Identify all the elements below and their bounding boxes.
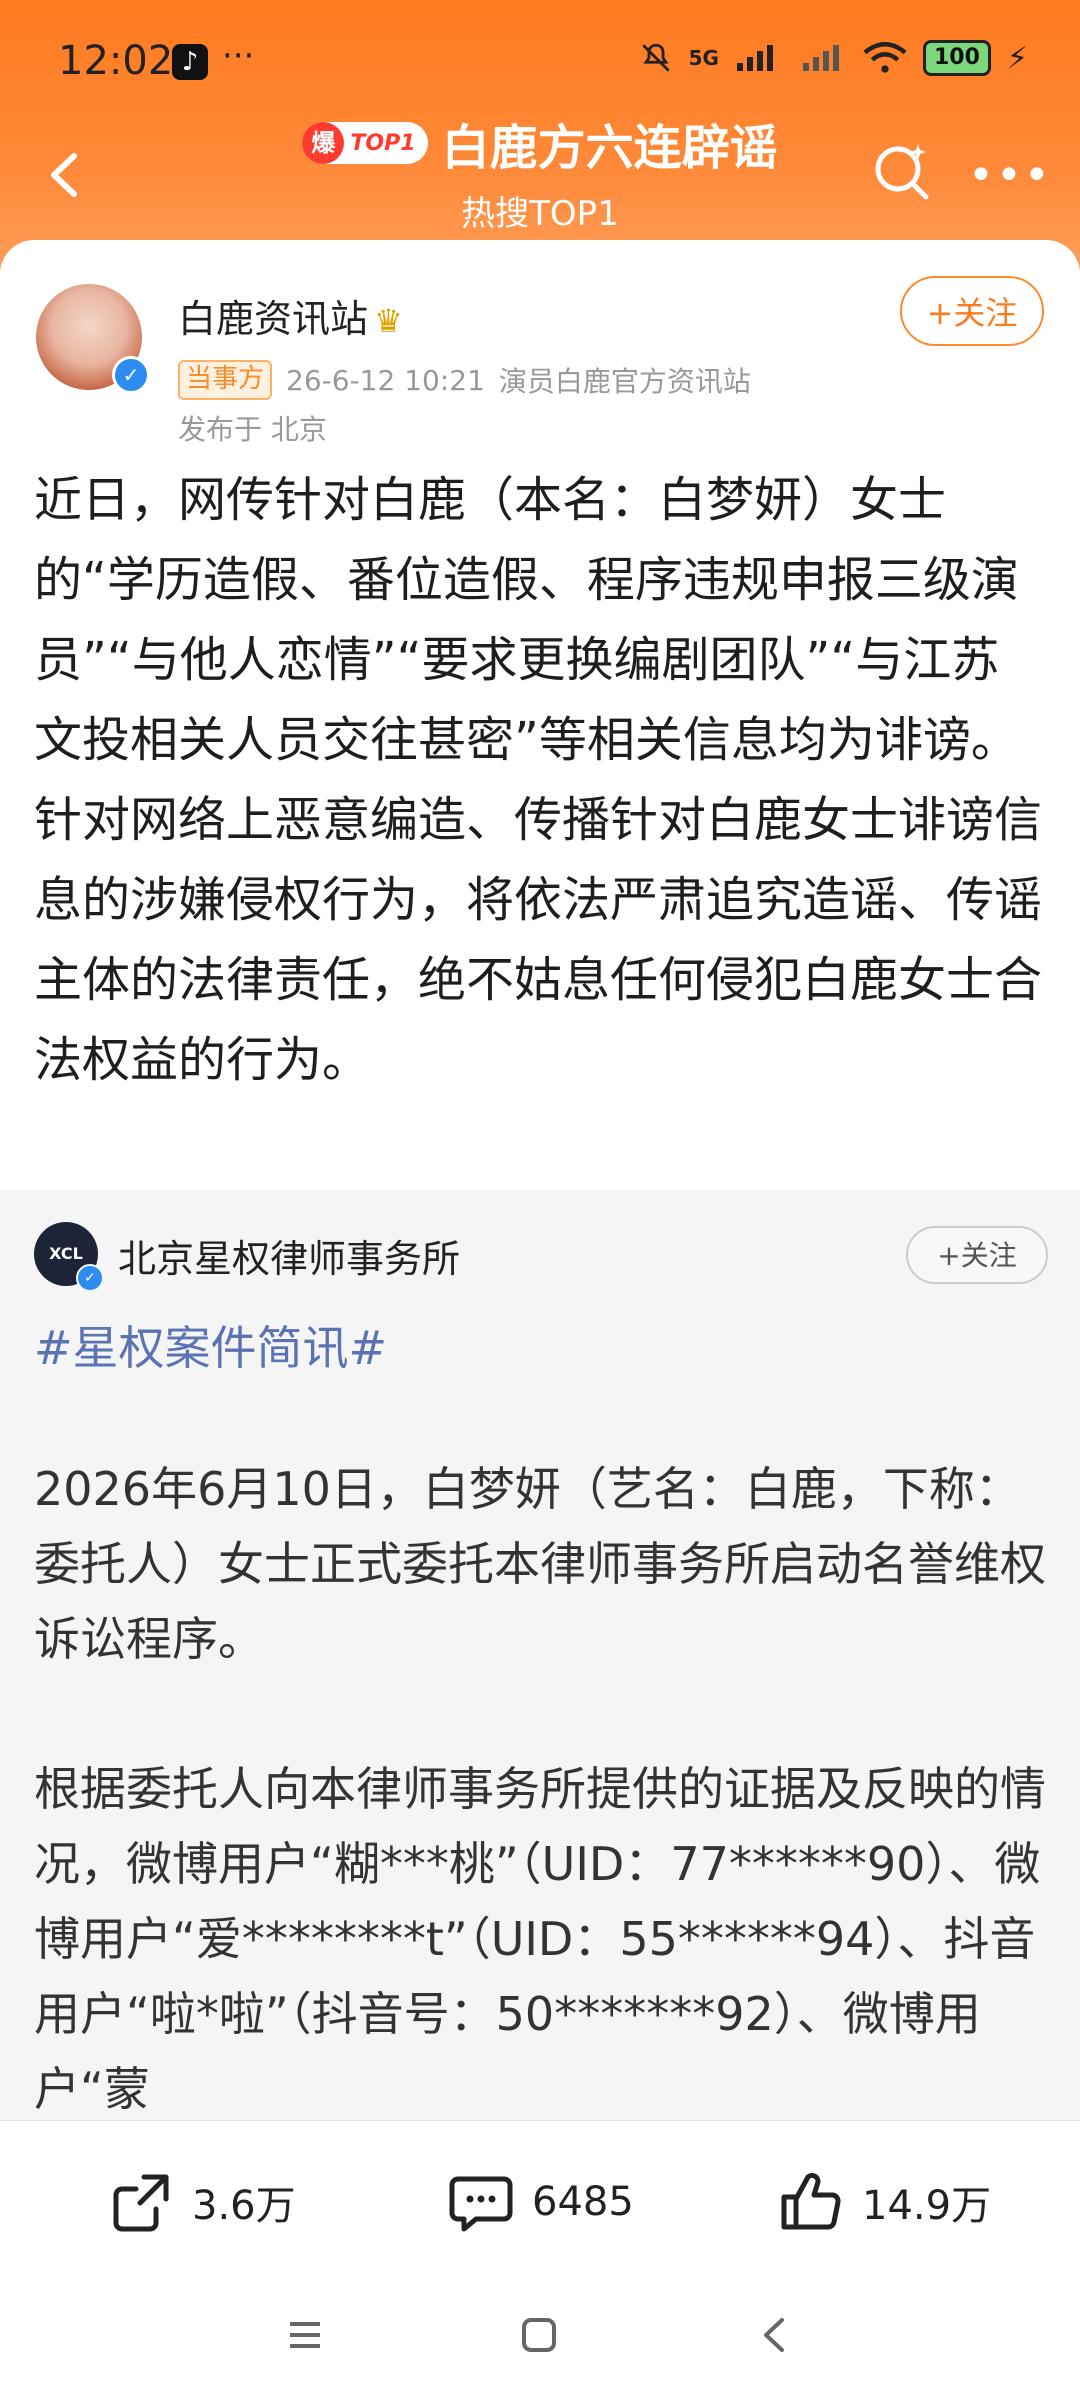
follow-button[interactable]: +关注 xyxy=(900,276,1044,346)
share-button[interactable]: 3.6万 xyxy=(106,2167,296,2237)
crown-icon: ♛ xyxy=(374,302,403,340)
post-date: 26-6-12 10:21 xyxy=(286,363,485,397)
comment-button[interactable]: 6485 xyxy=(446,2167,634,2237)
status-time: 12:02 xyxy=(58,38,174,84)
more-notifications-icon: ··· xyxy=(222,36,255,76)
signal-icon xyxy=(736,45,773,71)
hot-badge-char: 爆 xyxy=(302,122,345,164)
charging-icon: ⚡ xyxy=(1006,40,1028,76)
system-nav-bar xyxy=(0,2280,1080,2400)
search-icon[interactable] xyxy=(866,136,936,206)
hot-badge-text: TOP1 xyxy=(350,130,416,156)
like-count: 14.9万 xyxy=(862,2183,992,2229)
signal-2-icon xyxy=(802,45,839,71)
repost-body: 2026年6月10日，白梦妍（艺名：白鹿，下称：委托人）女士正式委托本律师事务所… xyxy=(34,1452,1046,2202)
like-button[interactable]: 14.9万 xyxy=(776,2167,991,2237)
post-location: 发布于 北京 xyxy=(178,413,327,446)
post-source: 演员白鹿官方资讯站 xyxy=(498,365,751,398)
status-bar: 12:02 ♪ ··· 5G 100 ⚡ xyxy=(0,0,1080,120)
network-label: 5G xyxy=(688,46,719,70)
hot-badge: 爆 TOP1 xyxy=(302,122,428,164)
wifi-icon xyxy=(863,42,907,73)
more-icon[interactable]: ••• xyxy=(968,150,1052,201)
repost-follow-button[interactable]: +关注 xyxy=(906,1226,1048,1284)
menu-icon[interactable] xyxy=(280,2310,330,2360)
battery-indicator: 100 xyxy=(922,40,991,76)
mute-icon xyxy=(641,43,670,72)
repost-paragraph: 根据委托人向本律师事务所提供的证据及反映的情况，微博用户“糊***桃”（UID：… xyxy=(34,1762,1046,2116)
like-icon xyxy=(781,2173,841,2230)
share-icon xyxy=(113,2174,169,2232)
post-meta: 当事方 26-6-12 10:21 演员白鹿官方资讯站 xyxy=(178,360,751,400)
repost-author[interactable]: 北京星权律师事务所 xyxy=(118,1228,460,1283)
repost-hashtag[interactable]: #星权案件简讯# xyxy=(34,1312,387,1378)
verified-icon: ✓ xyxy=(112,356,150,394)
nav-back-icon[interactable] xyxy=(750,2310,800,2360)
repost-verified-icon: ✓ xyxy=(76,1264,104,1292)
post-author[interactable]: 白鹿资讯站 ♛ xyxy=(178,288,403,343)
repost-paragraph: 2026年6月10日，白梦妍（艺名：白鹿，下称：委托人）女士正式委托本律师事务所… xyxy=(34,1462,1046,1666)
share-count: 3.6万 xyxy=(192,2183,296,2229)
topic-title: 白鹿方六连辟谣 xyxy=(441,120,778,176)
comment-icon xyxy=(449,2176,513,2232)
comment-count: 6485 xyxy=(532,2179,634,2225)
post-body: 近日，网传针对白鹿（本名：白梦妍）女士的“学历造假、番位造假、程序违规申报三级演… xyxy=(34,472,1043,1088)
party-tag: 当事方 xyxy=(178,360,273,400)
home-icon[interactable] xyxy=(514,2310,564,2360)
tiktok-icon: ♪ xyxy=(172,44,208,80)
status-icons: 5G 100 ⚡ xyxy=(639,40,1028,76)
action-bar: 3.6万 6485 14.9万 xyxy=(0,2120,1080,2281)
post-author-name[interactable]: 白鹿资讯站 xyxy=(178,297,368,341)
